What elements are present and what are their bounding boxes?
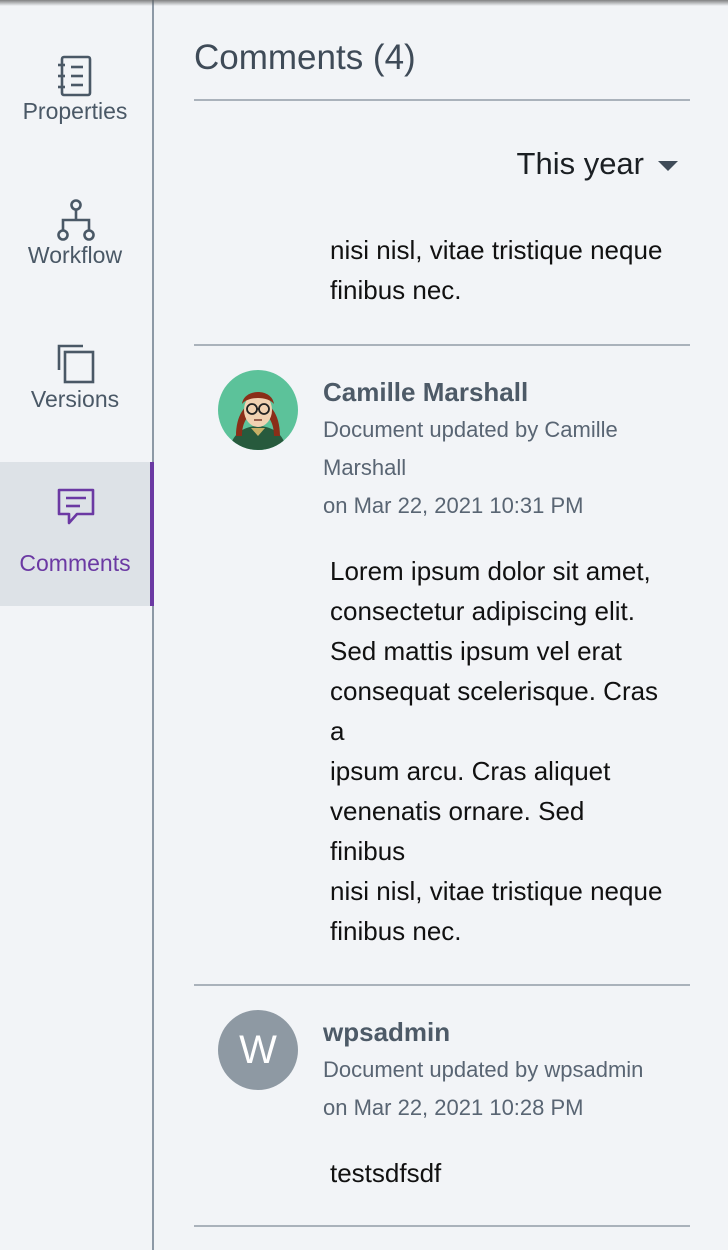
active-indicator [150, 462, 154, 606]
rail-item-label: Workflow [27, 242, 123, 268]
avatar: W [218, 1010, 298, 1090]
rail-item-properties[interactable]: Properties [0, 40, 152, 184]
avatar [218, 370, 298, 450]
comment-date: on Mar 22, 2021 10:31 PM [323, 493, 584, 518]
divider [194, 1225, 690, 1227]
workflow-icon [57, 199, 95, 241]
caret-down-icon [658, 161, 678, 171]
comments-icon [57, 488, 95, 525]
comment-author: wpsadmin [323, 1017, 451, 1047]
divider [194, 99, 690, 101]
rail-item-label: Properties [22, 98, 128, 124]
comment-body: Lorem ipsum dolor sit amet, consectetur … [330, 556, 663, 946]
comment-date: on Mar 22, 2021 10:28 PM [323, 1095, 584, 1120]
rail-item-comments[interactable]: Comments [0, 462, 154, 606]
window-top-shadow [0, 0, 728, 6]
properties-icon [58, 55, 92, 97]
rail-item-label: Versions [30, 386, 120, 412]
side-rail: Properties Workflow Versions Comments [0, 0, 154, 1250]
date-filter-dropdown[interactable]: This year [517, 146, 678, 182]
rail-item-label: Comments [19, 550, 131, 576]
avatar-portrait-icon [218, 370, 298, 450]
rail-item-workflow[interactable]: Workflow [0, 184, 152, 328]
comment-author: Camille Marshall [323, 377, 529, 407]
divider [194, 984, 690, 986]
comment-body: nisi nisl, vitae tristique neque finibus… [330, 235, 663, 305]
comment-action: Document updated by Camille Marshall [323, 417, 618, 480]
date-filter-label: This year [516, 146, 644, 181]
comment-body: testsdfsdf [330, 1158, 442, 1188]
divider [194, 344, 690, 346]
versions-icon [57, 344, 95, 384]
comment-action: Document updated by wpsadmin [323, 1057, 644, 1082]
panel-title: Comments (4) [194, 38, 416, 77]
rail-item-versions[interactable]: Versions [0, 328, 152, 472]
